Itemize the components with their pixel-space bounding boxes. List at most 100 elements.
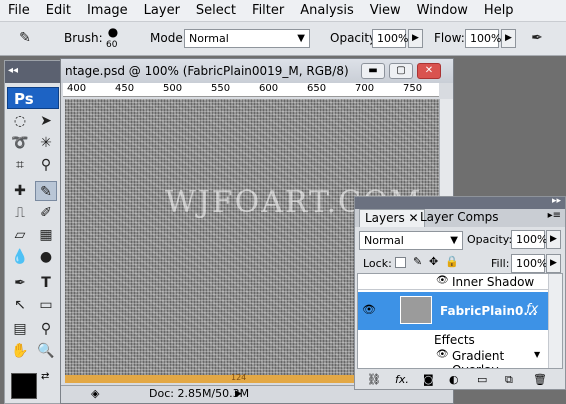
delete-layer-icon[interactable]: 🗑	[533, 373, 547, 386]
dodge-tool-icon[interactable]: ●	[35, 247, 57, 267]
collapse-icon[interactable]: ◂◂	[8, 65, 18, 76]
menu-bar: File Edit Image Layer Select Filter Anal…	[0, 0, 566, 22]
blur-tool-icon[interactable]: 💧	[9, 247, 31, 267]
chevron-down-icon: ▼	[450, 235, 458, 246]
inner-shadow-label: Inner Shadow	[452, 275, 535, 289]
history-brush-icon[interactable]: ✐	[35, 203, 57, 223]
panel-menu-icon[interactable]: ▸≡	[548, 210, 561, 221]
opacity-input[interactable]: 100%	[372, 29, 408, 48]
layers-bottom-bar: ⛓ fx. ◙ ◐ ▭ ⧉ 🗑	[357, 371, 563, 389]
lasso-tool-icon[interactable]: ➰	[9, 133, 31, 153]
list-item[interactable]: Effects	[358, 332, 548, 348]
layer-opacity-arrow[interactable]: ▶	[546, 230, 561, 249]
expand-icon[interactable]: ▸▸	[552, 196, 561, 206]
fill-arrow[interactable]: ▶	[546, 254, 561, 273]
menu-select[interactable]: Select	[188, 0, 244, 22]
mode-dropdown[interactable]: Normal ▼	[184, 29, 310, 48]
chevron-down-icon[interactable]: ▼	[534, 350, 540, 359]
layers-tabs: Layers ✕ Layer Comps ▸≡	[355, 209, 565, 227]
gradient-tool-icon[interactable]: ▦	[35, 225, 57, 245]
menu-layer[interactable]: Layer	[136, 0, 188, 22]
add-mask-icon[interactable]: ◙	[423, 373, 434, 386]
brush-tool-active-icon[interactable]: ✎	[35, 181, 57, 201]
menu-window[interactable]: Window	[409, 0, 476, 22]
flow-input[interactable]: 100%	[465, 29, 501, 48]
ruler-tick: 500	[163, 83, 183, 94]
eyedropper2-icon[interactable]: ⚲	[35, 319, 57, 339]
notes-tool-icon[interactable]: ▤	[9, 319, 31, 339]
lock-all-icon[interactable]: 🔒	[445, 255, 459, 268]
brush-preview-icon[interactable]: ●	[104, 25, 122, 41]
ruler-tick: 450	[115, 83, 135, 94]
lock-move-icon[interactable]: ✥	[429, 255, 438, 268]
crop-tool-icon[interactable]: ⌗	[9, 155, 31, 175]
effect-eye-icon[interactable]: 👁	[436, 275, 449, 286]
flow-label: Flow:	[434, 31, 465, 45]
new-group-icon[interactable]: ▭	[477, 373, 487, 386]
minimize-button[interactable]: ▬	[361, 63, 385, 79]
clone-stamp-icon[interactable]: ⎍	[9, 203, 31, 223]
tab-layer-comps[interactable]: Layer Comps	[415, 209, 504, 227]
add-style-icon[interactable]: fx.	[395, 373, 409, 386]
visibility-eye-icon[interactable]: 👁	[362, 303, 376, 316]
brush-tool-icon[interactable]: ✎	[14, 28, 36, 48]
opacity-slider-button[interactable]: ▶	[408, 29, 423, 48]
eyedropper-tool-icon[interactable]: ⚲	[35, 155, 57, 175]
adjustment-layer-icon[interactable]: ◐	[449, 373, 459, 386]
new-layer-icon[interactable]: ⧉	[505, 373, 513, 387]
menu-analysis[interactable]: Analysis	[292, 0, 362, 22]
lock-label: Lock:	[363, 257, 392, 270]
status-arrow-icon[interactable]: ▶	[235, 386, 242, 402]
healing-brush-icon[interactable]: ✚	[9, 181, 31, 201]
effect-eye-icon[interactable]: 👁	[436, 349, 449, 360]
layer-row-selected[interactable]: 👁 FabricPlain0... fx	[358, 292, 548, 330]
marquee-tool-icon[interactable]: ◌	[9, 111, 31, 131]
horizontal-ruler: 400 450 500 550 600 650 700 750	[63, 83, 439, 97]
ruler-tick: 600	[259, 83, 279, 94]
list-item[interactable]: 👁 Inner Shadow	[358, 274, 548, 290]
menu-filter[interactable]: Filter	[244, 0, 292, 22]
magic-wand-icon[interactable]: ✳	[35, 133, 57, 153]
tools-panel: ◂◂ Ps ◌ ➤ ➰ ✳ ⌗ ⚲ ✚ ✎ ⎍ ✐ ▱ ▦ 💧 ● ✒ T ↖ …	[4, 60, 62, 404]
menu-help[interactable]: Help	[476, 0, 522, 22]
list-item[interactable]: 👁 Gradient Overlay ▼	[358, 348, 548, 368]
layer-opacity-input[interactable]: 100%	[511, 230, 547, 249]
zoom-tool-icon[interactable]: 🔍	[35, 341, 57, 361]
path-select-icon[interactable]: ↖	[9, 295, 31, 315]
lock-transparent-checkbox[interactable]	[395, 257, 406, 268]
status-nav-icon[interactable]: ◈	[91, 386, 99, 402]
swap-colors-icon[interactable]: ⇄	[41, 371, 49, 382]
ruler-tick: 750	[403, 83, 423, 94]
brush-label: Brush:	[64, 31, 103, 45]
airbrush-icon[interactable]: ✒	[526, 28, 548, 48]
link-layers-icon[interactable]: ⛓	[367, 373, 381, 386]
menu-file[interactable]: File	[0, 0, 38, 22]
maximize-button[interactable]: ▢	[389, 63, 413, 79]
fill-label: Fill:	[491, 257, 510, 270]
effects-label: Effects	[434, 333, 475, 347]
flow-slider-button[interactable]: ▶	[501, 29, 516, 48]
layers-panel: ▸▸ Layers ✕ Layer Comps ▸≡ Normal ▼ Opaci…	[354, 196, 566, 390]
menu-image[interactable]: Image	[79, 0, 136, 22]
blend-mode-dropdown[interactable]: Normal ▼	[359, 231, 463, 250]
hand-tool-icon[interactable]: ✋	[9, 341, 31, 361]
ruler-tick: 700	[355, 83, 375, 94]
options-bar: ✎ Brush: ● 60 Mode: Normal ▼ Opacity: 100…	[0, 22, 566, 56]
pen-tool-icon[interactable]: ✒	[9, 273, 31, 293]
layer-thumbnail	[400, 296, 432, 324]
shape-tool-icon[interactable]: ▭	[35, 295, 57, 315]
move-tool-icon[interactable]: ➤	[35, 111, 57, 131]
fill-input[interactable]: 100%	[511, 254, 547, 273]
mode-value: Normal	[189, 32, 229, 45]
lock-brush-icon[interactable]: ✎	[413, 255, 422, 268]
layers-list: 👁 Inner Shadow 👁 FabricPlain0... fx Effe…	[357, 273, 563, 369]
foreground-color-swatch[interactable]	[11, 373, 37, 399]
menu-view[interactable]: View	[362, 0, 409, 22]
fx-icon[interactable]: fx	[526, 302, 538, 317]
eraser-icon[interactable]: ▱	[9, 225, 31, 245]
close-button[interactable]: ✕	[417, 63, 441, 79]
layers-scrollbar[interactable]	[548, 274, 562, 368]
type-tool-icon[interactable]: T	[35, 273, 57, 293]
menu-edit[interactable]: Edit	[38, 0, 79, 22]
ruler-tick: 550	[211, 83, 231, 94]
